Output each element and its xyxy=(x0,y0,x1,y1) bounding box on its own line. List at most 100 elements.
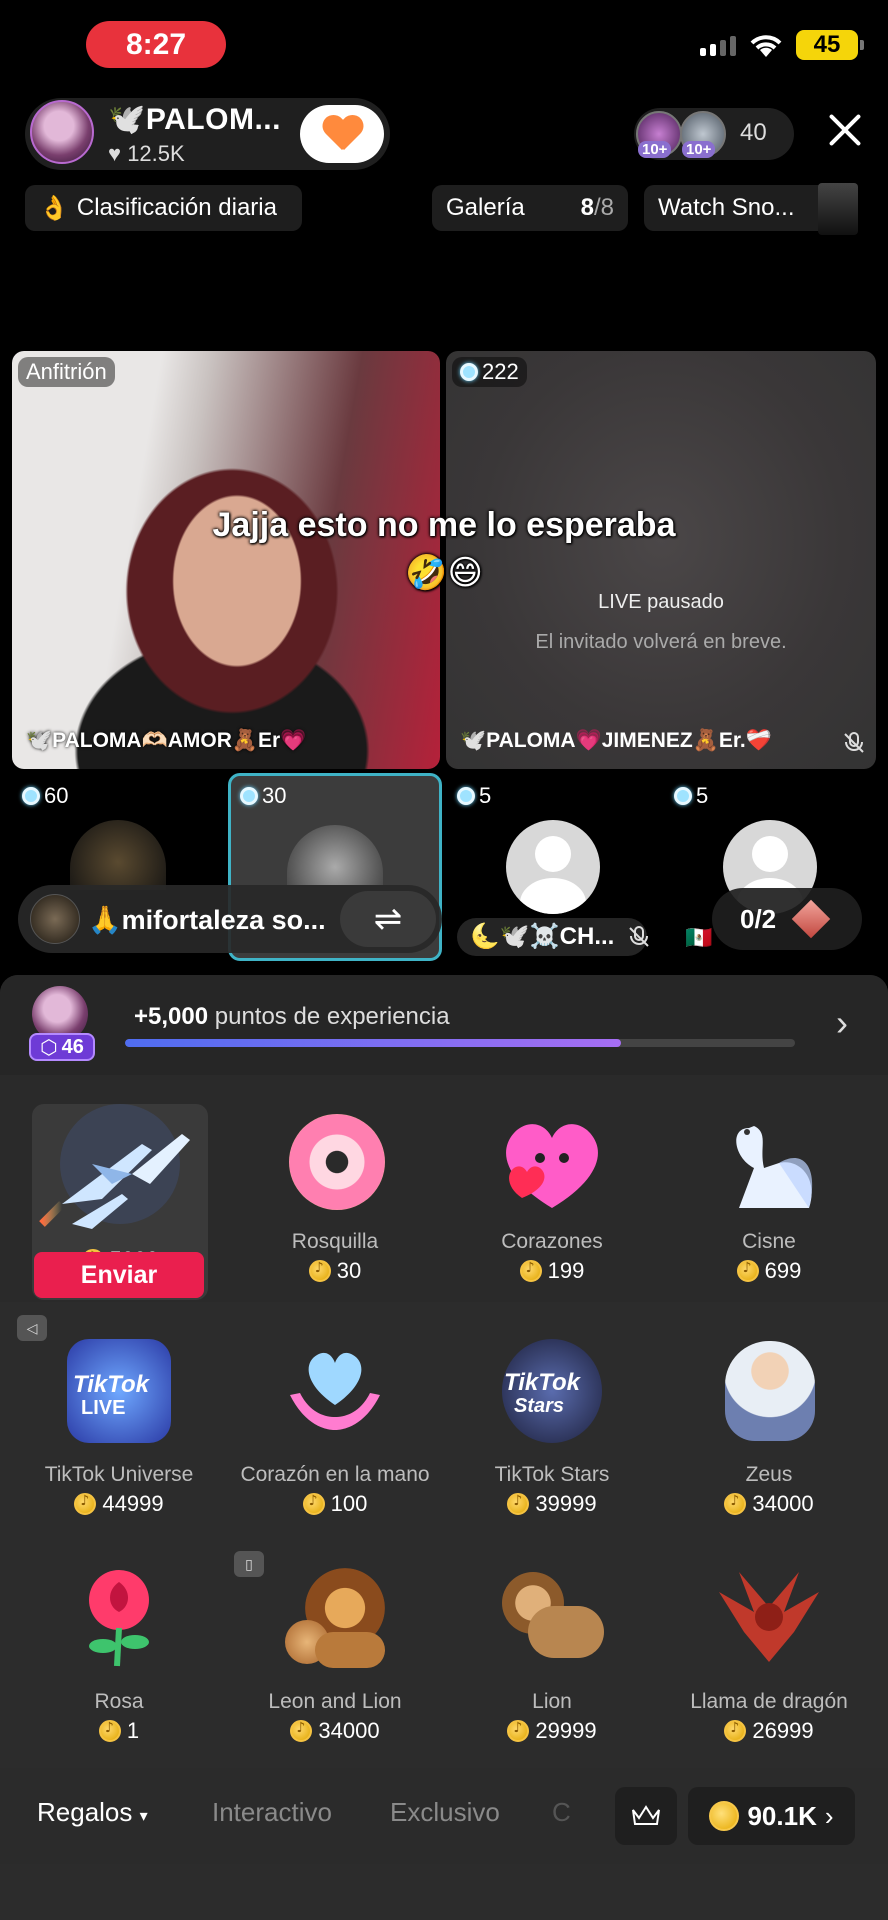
chevron-right-icon[interactable]: › xyxy=(836,1002,848,1044)
paused-title: LIVE pausado xyxy=(598,591,724,613)
guest-score: 30 xyxy=(262,783,287,808)
guest-score-chip: 60 xyxy=(22,783,68,809)
wallet-button[interactable]: 90.1K › xyxy=(688,1787,855,1845)
gift-item[interactable]: Llama de dragón 26999 xyxy=(661,1562,877,1744)
gem-icon xyxy=(22,787,40,805)
host-name: 🕊️PALOM... xyxy=(108,103,281,136)
gift-name: Llama de dragón xyxy=(690,1690,848,1713)
gallery-label: Galería xyxy=(446,194,525,221)
gift-name: Corazones xyxy=(501,1230,603,1253)
tab-more[interactable]: C xyxy=(552,1797,571,1828)
experience-progress xyxy=(125,1039,795,1047)
guest-score: 60 xyxy=(44,783,69,808)
gift-price-row: 29999 xyxy=(444,1718,660,1744)
gift-item[interactable]: Corazón en la mano 100 xyxy=(227,1335,443,1517)
gem-icon xyxy=(460,363,478,381)
lion-cub-icon xyxy=(275,1562,395,1672)
gift-price: 1 xyxy=(126,1718,140,1743)
gift-price: 44999 xyxy=(102,1491,164,1516)
gift-price-row: 34000 xyxy=(661,1491,877,1517)
guest-score: 5 xyxy=(479,783,492,808)
wallet-balance: 90.1K xyxy=(747,1800,817,1831)
clock-pill: 8:27 xyxy=(86,21,226,68)
heart-icon xyxy=(322,116,362,152)
coin-icon xyxy=(519,1260,542,1282)
tab-gifts[interactable]: Regalos ▾ xyxy=(37,1797,148,1828)
battery-level: 45 xyxy=(813,31,841,58)
donut-icon xyxy=(275,1108,395,1218)
watch-thumbnail[interactable] xyxy=(818,183,858,235)
jets-gift-icon xyxy=(39,1104,190,1229)
gift-item[interactable]: Lion 29999 xyxy=(444,1562,660,1744)
tab-interactive[interactable]: Interactivo xyxy=(212,1797,332,1828)
gift-price: 100 xyxy=(330,1491,368,1516)
gift-item[interactable]: Zeus 34000 xyxy=(661,1335,877,1517)
gallery-chip[interactable]: Galería 8/8 xyxy=(432,185,628,231)
viewer-badge: 10+ xyxy=(638,141,672,158)
close-icon[interactable] xyxy=(828,113,862,147)
paused-subtitle: El invitado volverá en breve. xyxy=(535,631,787,653)
coin-icon xyxy=(724,1720,747,1742)
gift-price: 199 xyxy=(547,1258,585,1283)
gift-price-row: 34000 xyxy=(227,1718,443,1744)
gift-price-row: 44999 xyxy=(11,1491,227,1517)
gift-name: TikTok Stars xyxy=(494,1463,610,1486)
dragon-icon xyxy=(709,1562,829,1672)
gift-item[interactable]: Rosquilla 30 xyxy=(227,1108,443,1284)
swap-icon: ⇌ xyxy=(373,900,403,938)
gift-name: TikTok Universe xyxy=(44,1463,194,1486)
battle-score-pill[interactable]: 0/2 xyxy=(712,888,862,950)
lion-icon xyxy=(492,1562,612,1672)
gallery-count: 8/8 xyxy=(581,194,614,222)
daily-ranking-label: Clasificación diaria xyxy=(76,194,277,221)
gift-item[interactable]: Corazones 199 xyxy=(444,1108,660,1284)
wifi-icon xyxy=(750,35,782,57)
gift-price: 34000 xyxy=(318,1718,380,1743)
co-host-avatar[interactable] xyxy=(30,894,80,944)
gift-item[interactable]: TikTok Stars TikTok Stars 39999 xyxy=(444,1335,660,1517)
host-avatar[interactable] xyxy=(30,100,94,164)
gem-icon xyxy=(674,787,692,805)
overlay-comment: Jajja esto no me lo esperaba xyxy=(212,506,676,544)
rose-icon xyxy=(59,1562,179,1672)
coin-icon xyxy=(74,1493,97,1515)
daily-ranking-chip[interactable]: 👌 Clasificación diaria xyxy=(25,185,302,231)
gift-price-row: 39999 xyxy=(444,1491,660,1517)
coin-icon xyxy=(507,1493,530,1515)
coin-icon xyxy=(724,1493,747,1515)
crown-button[interactable] xyxy=(615,1787,677,1845)
experience-label: puntos de experiencia xyxy=(214,1003,450,1030)
watch-label: Watch Sno... xyxy=(658,194,795,221)
gift-item[interactable]: Cisne 699 xyxy=(661,1108,877,1284)
tab-gifts-label: Regalos xyxy=(37,1797,133,1827)
crown-icon xyxy=(632,1805,660,1825)
default-avatar xyxy=(506,820,600,914)
guest-score-chip: 30 xyxy=(240,783,286,809)
gift-item[interactable]: Leon and Lion 34000 xyxy=(227,1562,443,1744)
gift-price: 39999 xyxy=(535,1491,597,1516)
gift-item[interactable]: Rosa 1 xyxy=(11,1562,227,1744)
gift-price: 699 xyxy=(764,1258,802,1283)
gallery-total: /8 xyxy=(593,194,614,221)
gift-item[interactable]: TikTok LIVE TikTok Universe 44999 xyxy=(11,1335,227,1517)
tab-exclusive[interactable]: Exclusivo xyxy=(390,1797,500,1828)
follow-button[interactable] xyxy=(300,105,384,163)
send-button[interactable]: Enviar xyxy=(34,1252,204,1298)
gift-price-row: 100 xyxy=(227,1491,443,1517)
tiktok-stars-icon: TikTok Stars xyxy=(492,1335,612,1445)
experience-progress-fill xyxy=(125,1039,621,1047)
heart-in-hand-icon xyxy=(275,1335,395,1445)
viewer-count: 40 xyxy=(740,119,767,146)
host-video-name: 🕊️PALOMA🫶🏻AMOR🧸Er💗 xyxy=(26,729,307,752)
host-tag: Anfitrión xyxy=(18,357,115,387)
host-likes: ♥ 12.5K xyxy=(108,141,185,166)
ch-user-name: 🌜🕊️☠️CH... xyxy=(470,923,615,950)
gift-name: Rosa xyxy=(94,1690,144,1713)
swap-button[interactable]: ⇌ xyxy=(340,891,436,947)
experience-text: +5,000 puntos de experiencia xyxy=(134,1003,450,1031)
gallery-count-value: 8 xyxy=(580,194,594,221)
gift-price-row: 699 xyxy=(661,1258,877,1284)
sort-icon: ▾ xyxy=(139,1808,148,1825)
gift-name: Corazón en la mano xyxy=(240,1463,430,1486)
clock-time: 8:27 xyxy=(125,27,187,61)
